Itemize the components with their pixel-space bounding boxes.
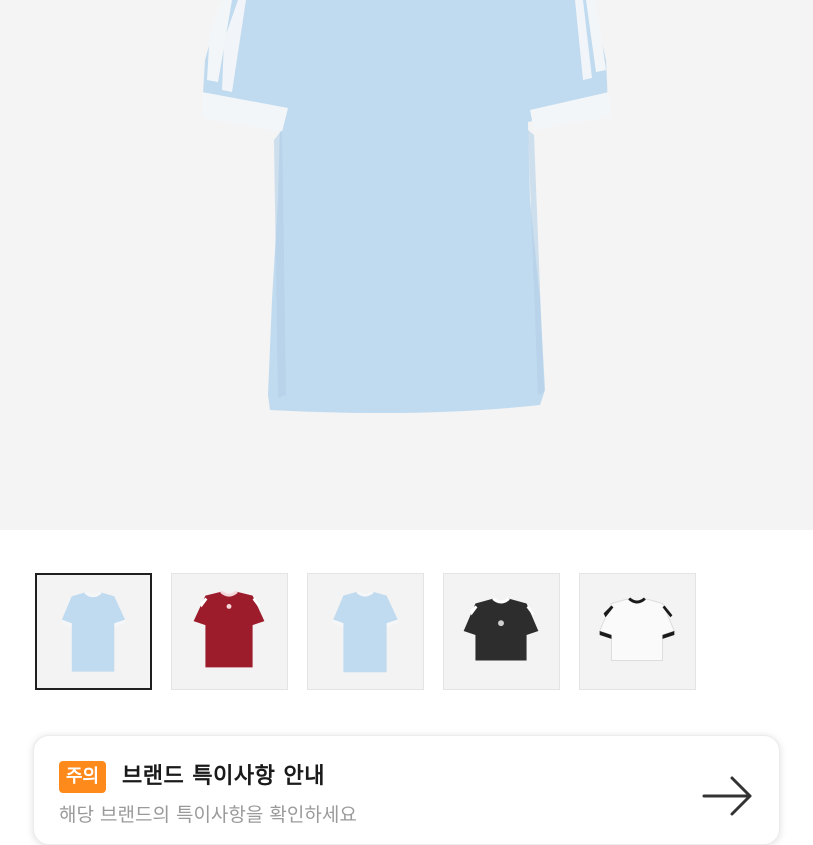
brand-notice-card[interactable]: 주의 브랜드 특이사항 안내 해당 브랜드의 특이사항을 확인하세요 bbox=[33, 735, 780, 845]
tshirt-thumbnail-icon bbox=[193, 590, 265, 668]
thumbnail-white-crop-tee[interactable] bbox=[579, 573, 696, 690]
thumbnail-light-blue-tee-alt[interactable] bbox=[307, 573, 424, 690]
arrow-right-icon[interactable] bbox=[702, 774, 754, 818]
notice-title: 브랜드 특이사항 안내 bbox=[122, 764, 325, 789]
tshirt-image bbox=[202, 0, 611, 414]
notice-description: 해당 브랜드의 특이사항을 확인하세요 bbox=[59, 804, 357, 826]
thumbnail-light-blue-tee[interactable] bbox=[35, 573, 152, 690]
tshirt-thumbnail-icon bbox=[598, 597, 676, 661]
thumbnail-burgundy-tee[interactable] bbox=[171, 573, 288, 690]
product-main-image[interactable] bbox=[0, 0, 813, 530]
thumbnail-black-crop-tee[interactable] bbox=[443, 573, 560, 690]
tshirt-thumbnail-icon bbox=[332, 590, 399, 673]
thumbnail-strip bbox=[35, 573, 735, 691]
tshirt-thumbnail-icon bbox=[463, 597, 539, 661]
tshirt-thumbnail-icon bbox=[61, 591, 126, 672]
caution-badge: 주의 bbox=[59, 761, 107, 793]
